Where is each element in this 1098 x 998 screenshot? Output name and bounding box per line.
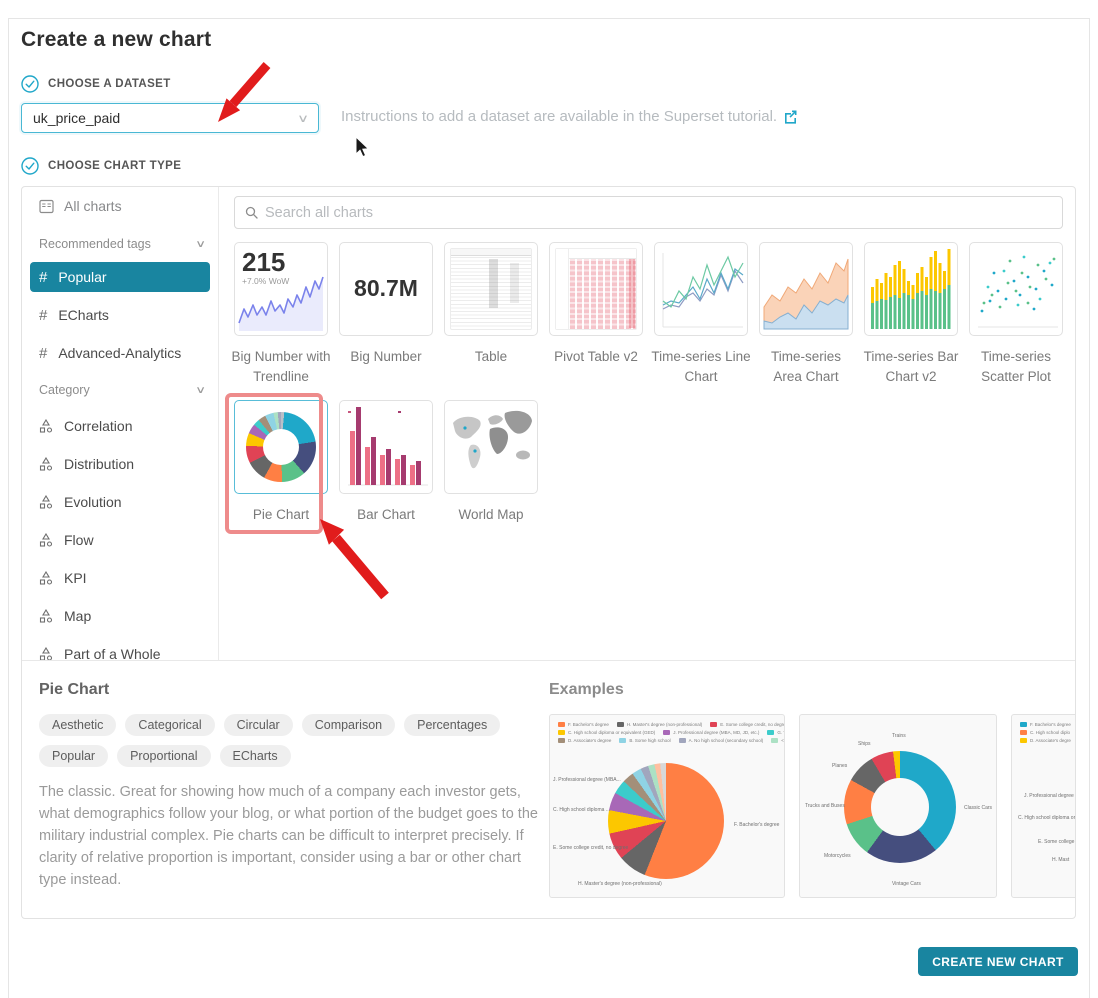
- tag-pill: Aesthetic: [39, 714, 116, 736]
- create-chart-modal: Create a new chart CHOOSE A DATASET uk_p…: [8, 18, 1090, 998]
- category-icon: [39, 457, 53, 471]
- svg-text:80.7M: 80.7M: [354, 275, 418, 301]
- sidebar-item-kpi[interactable]: KPI: [30, 563, 210, 593]
- example-image-3: F. Bachelor's degree C. High school dipl…: [1011, 714, 1076, 898]
- ts-scatter-thumbnail: [969, 242, 1063, 336]
- page-title: Create a new chart: [21, 28, 211, 52]
- sidebar-item-correlation[interactable]: Correlation: [30, 411, 210, 441]
- tag-pill: Popular: [39, 745, 108, 767]
- examples-title: Examples: [549, 681, 1075, 699]
- chevron-down-icon: ∨: [195, 239, 206, 250]
- sidebar-item-flow[interactable]: Flow: [30, 525, 210, 555]
- chart-card-bar[interactable]: Bar Chart: [339, 400, 433, 525]
- chart-card-ts-line[interactable]: Time-series Line Chart: [654, 242, 748, 388]
- world-map-thumbnail: [444, 400, 538, 494]
- choose-dataset-step: CHOOSE A DATASET: [21, 75, 171, 93]
- pie-chart-thumbnail: [234, 400, 328, 494]
- category-icon: [39, 609, 53, 623]
- ts-bar-thumbnail: [864, 242, 958, 336]
- sidebar-item-evolution[interactable]: Evolution: [30, 487, 210, 517]
- sidebar-item-distribution[interactable]: Distribution: [30, 449, 210, 479]
- ts-area-thumbnail: [759, 242, 853, 336]
- svg-text:+7.0% WoW: +7.0% WoW: [242, 276, 289, 286]
- chart-card-pivot-table[interactable]: Pivot Table v2: [549, 242, 643, 388]
- chart-card-ts-bar[interactable]: Time-series Bar Chart v2: [864, 242, 958, 388]
- hash-icon: #: [39, 345, 47, 362]
- example-image-2: Trains Ships Planes Trucks and Buses Mot…: [799, 714, 997, 898]
- big-number-trendline-thumbnail: 215 +7.0% WoW: [234, 242, 328, 336]
- tag-pill: ECharts: [220, 745, 291, 767]
- tag-pill: Proportional: [117, 745, 210, 767]
- create-new-chart-button[interactable]: CREATE NEW CHART: [918, 947, 1078, 976]
- chart-card-big-number[interactable]: 80.7M Big Number: [339, 242, 433, 388]
- sidebar-item-popular[interactable]: # Popular: [30, 262, 210, 292]
- choose-chart-type-step: CHOOSE CHART TYPE: [21, 157, 181, 175]
- details-description: The classic. Great for showing how much …: [39, 781, 547, 891]
- check-circle-icon: [21, 75, 39, 93]
- chart-type-panel: All charts Recommended tags ∨ # Popular …: [21, 186, 1076, 919]
- table-thumbnail: [444, 242, 538, 336]
- search-input[interactable]: [265, 205, 1052, 221]
- recommended-tags-header[interactable]: Recommended tags ∨: [39, 237, 204, 251]
- chart-type-sidebar: All charts Recommended tags ∨ # Popular …: [22, 187, 219, 660]
- donut-example-graphic: [844, 751, 956, 863]
- choose-dataset-label: CHOOSE A DATASET: [48, 78, 171, 90]
- external-link-icon[interactable]: [783, 109, 798, 124]
- big-number-thumbnail: 80.7M: [339, 242, 433, 336]
- chart-search: [234, 196, 1063, 229]
- chevron-down-icon: ∨: [195, 385, 206, 396]
- dataset-help-text: Instructions to add a dataset are availa…: [341, 108, 777, 125]
- category-icon: [39, 571, 53, 585]
- all-charts-label: All charts: [64, 198, 122, 214]
- details-title: Pie Chart: [39, 681, 547, 699]
- tag-pill: Comparison: [302, 714, 395, 736]
- chart-card-table[interactable]: Table: [444, 242, 538, 388]
- dataset-select-value: uk_price_paid: [33, 110, 299, 126]
- tag-pill: Circular: [224, 714, 293, 736]
- sidebar-item-map[interactable]: Map: [30, 601, 210, 631]
- donut-graphic: [246, 412, 316, 482]
- search-icon: [245, 206, 258, 219]
- chart-card-world-map[interactable]: World Map: [444, 400, 538, 525]
- svg-text:215: 215: [242, 247, 285, 277]
- dataset-help: Instructions to add a dataset are availa…: [341, 108, 798, 125]
- choose-chart-type-label: CHOOSE CHART TYPE: [48, 160, 181, 172]
- sidebar-item-part-of-a-whole[interactable]: Part of a Whole: [30, 639, 210, 660]
- category-icon: [39, 495, 53, 509]
- bar-chart-thumbnail: [339, 400, 433, 494]
- pivot-table-thumbnail: [549, 242, 643, 336]
- details-tags: Aesthetic Categorical Circular Compariso…: [39, 714, 547, 767]
- tag-pill: Categorical: [125, 714, 214, 736]
- chevron-down-icon: ∨: [297, 112, 309, 125]
- pie-example-graphic: [608, 763, 724, 879]
- check-circle-icon: [21, 157, 39, 175]
- chart-card-ts-scatter[interactable]: Time-series Scatter Plot: [969, 242, 1063, 388]
- category-icon: [39, 647, 53, 660]
- sidebar-item-advanced-analytics[interactable]: # Advanced-Analytics: [30, 338, 210, 368]
- chart-card-pie[interactable]: Pie Chart: [234, 400, 328, 525]
- chart-card-big-number-trendline[interactable]: 215 +7.0% WoW Big Number with Trendline: [234, 242, 328, 388]
- sidebar-item-echarts[interactable]: # ECharts: [30, 300, 210, 330]
- category-icon: [39, 533, 53, 547]
- hash-icon: #: [39, 269, 47, 286]
- tag-pill: Percentages: [404, 714, 500, 736]
- hash-icon: #: [39, 307, 47, 324]
- dataset-select[interactable]: uk_price_paid ∨: [21, 103, 319, 133]
- chart-type-gallery: 215 +7.0% WoW Big Number with Trendline …: [219, 187, 1075, 660]
- category-header[interactable]: Category ∨: [39, 383, 204, 397]
- sidebar-item-all-charts[interactable]: All charts: [39, 198, 122, 214]
- chart-details-pane: Pie Chart Aesthetic Categorical Circular…: [22, 661, 1075, 919]
- list-icon: [39, 199, 54, 214]
- category-icon: [39, 419, 53, 433]
- chart-card-ts-area[interactable]: Time-series Area Chart: [759, 242, 853, 388]
- ts-line-thumbnail: [654, 242, 748, 336]
- example-image-1: F. Bachelor's degree H. Master's degree …: [549, 714, 785, 898]
